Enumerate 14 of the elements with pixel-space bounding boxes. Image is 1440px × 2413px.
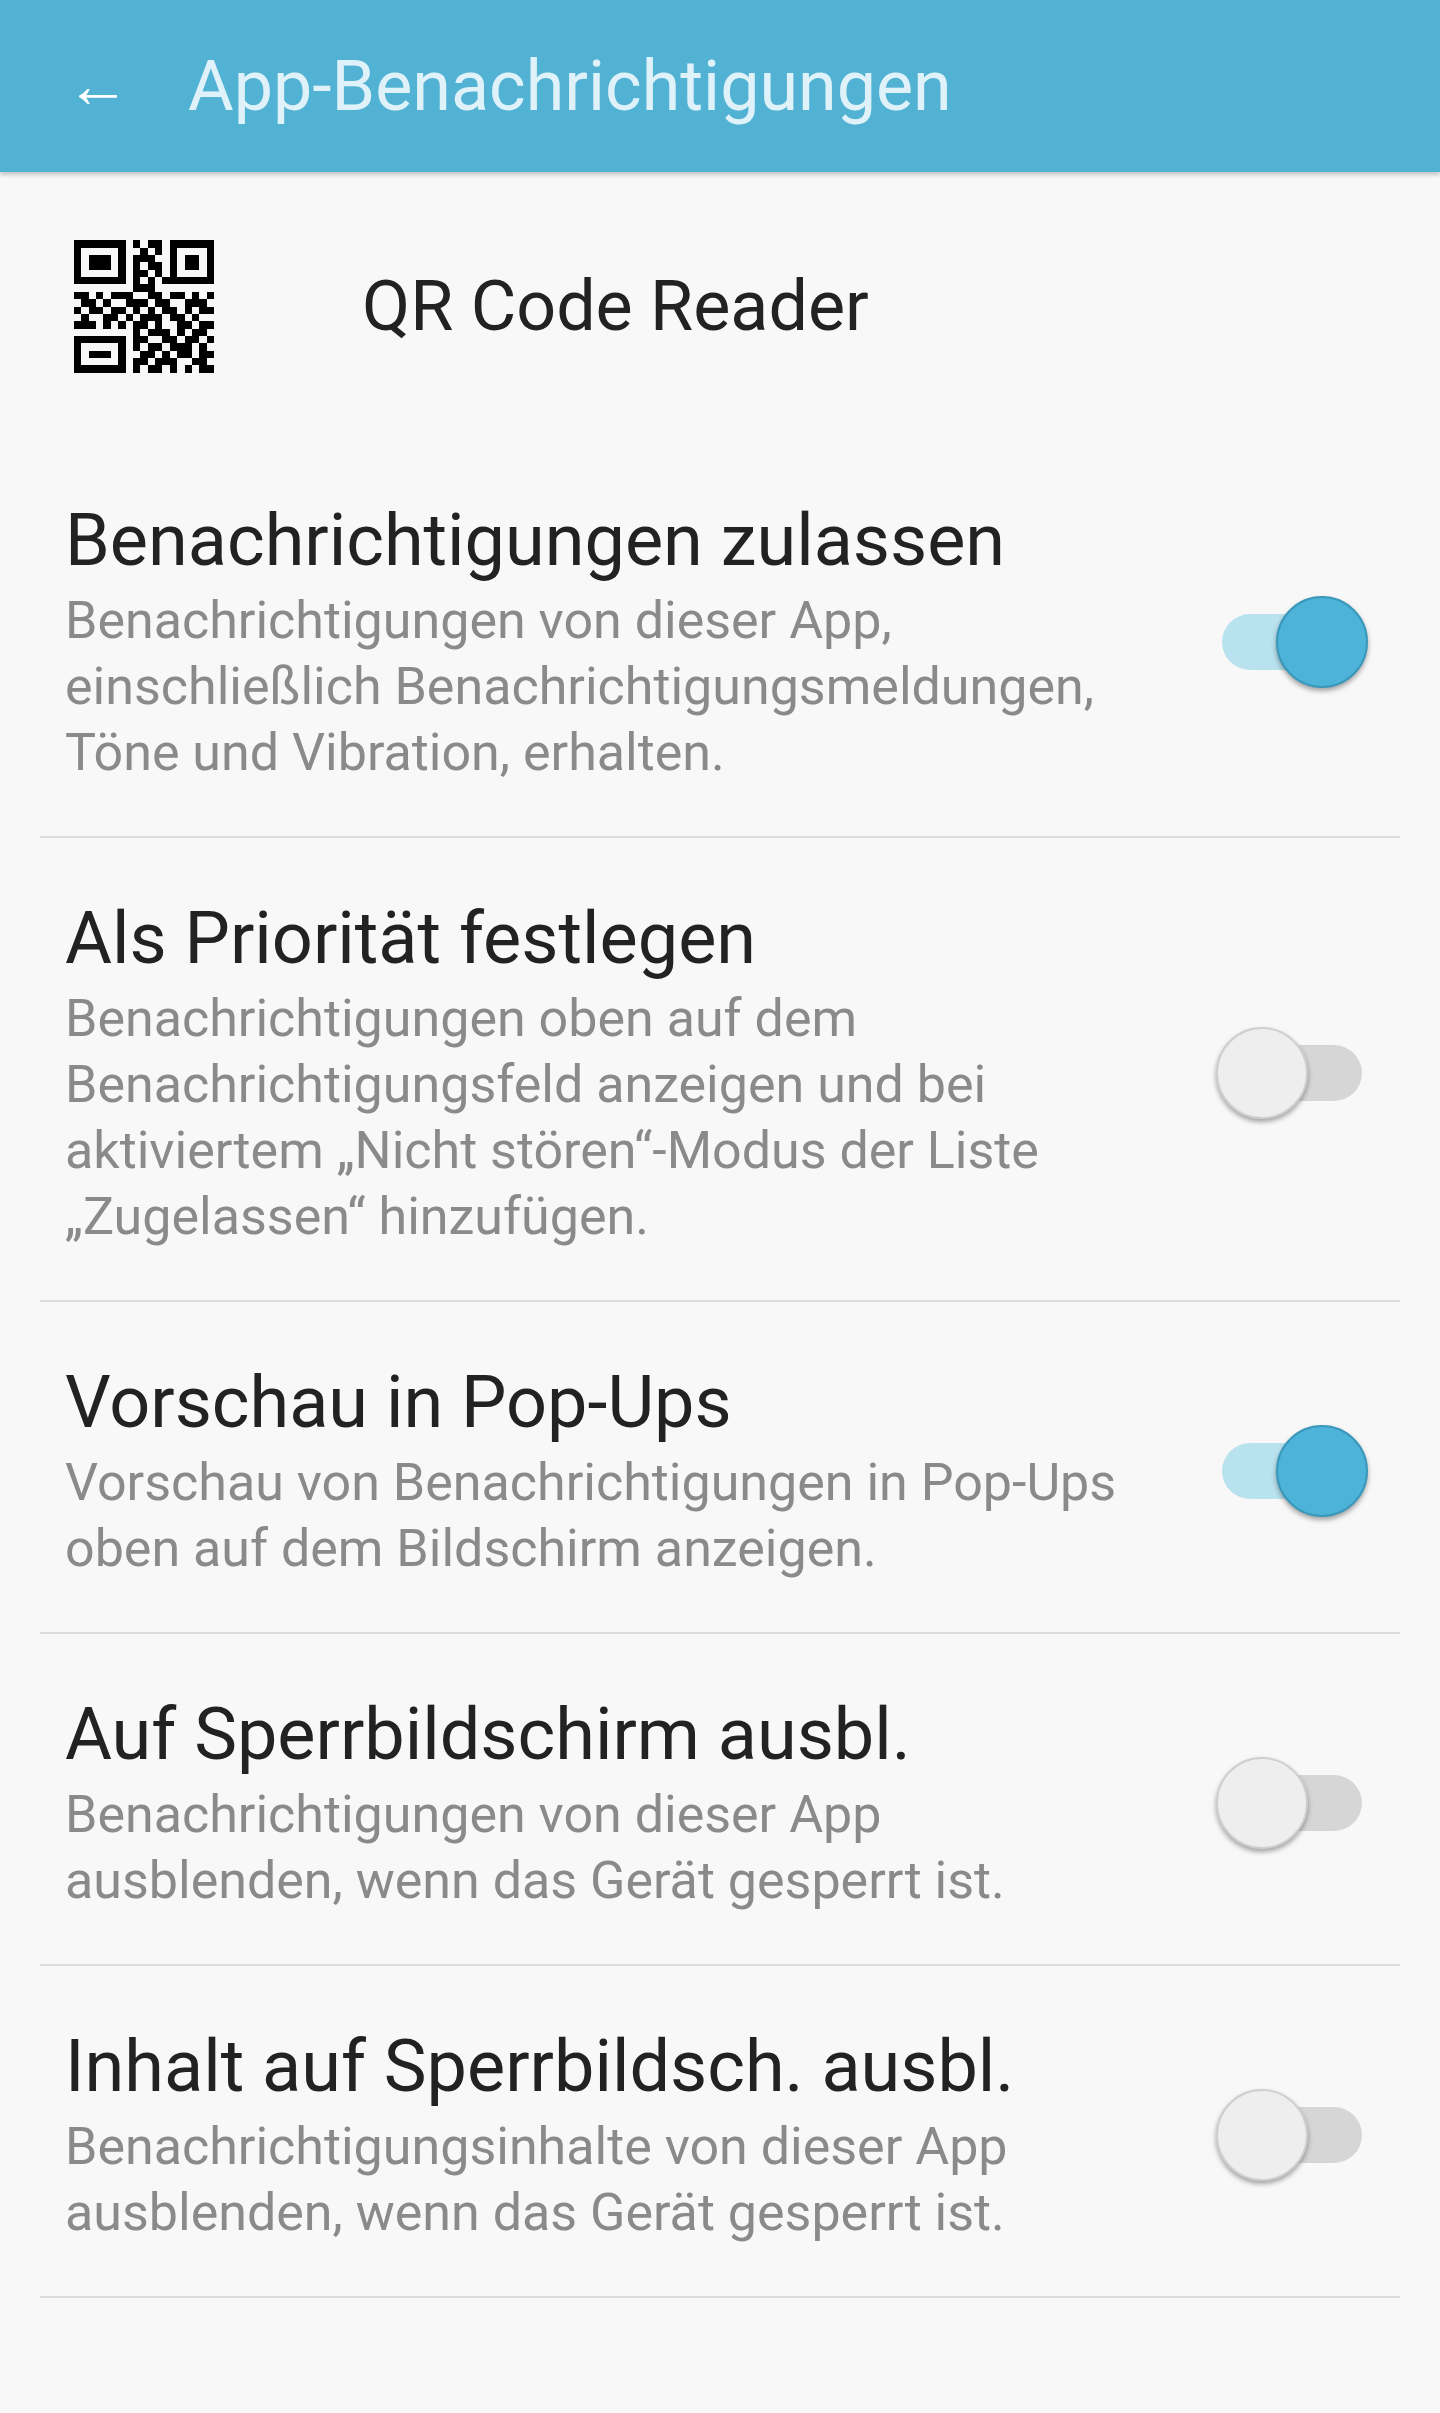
setting-title: Auf Sperrbildschirm ausbl. bbox=[65, 1692, 912, 1778]
setting-title: Vorschau in Pop-Ups bbox=[65, 1360, 733, 1446]
setting-description: Benachrichtigungsinhalte von dieser App ausblenden, wenn das Gerät gesperrt ist. bbox=[65, 2115, 1009, 2245]
qr-code-icon bbox=[74, 238, 214, 374]
setting-title: Inhalt auf Sperrbildsch. ausbl. bbox=[65, 2024, 1016, 2110]
setting-title: Benachrichtigungen zulassen bbox=[65, 498, 1007, 584]
setting-description: Benachrichtigungen von dieser App, einschließlich Benachrichtigungsmeldungen, Töne und Vibration, erhalten. bbox=[65, 589, 1095, 785]
setting-description: Vorschau von Benachrichtigungen in Pop-Ups oben auf dem Bildschirm anzeigen. bbox=[65, 1451, 1118, 1581]
setting-title: Als Priorität festlegen bbox=[65, 896, 758, 982]
page-title: App-Benachrichtigungen bbox=[188, 43, 952, 129]
setting-description: Benachrichtigungen von dieser App ausblenden, wenn das Gerät gesperrt ist. bbox=[65, 1783, 1006, 1913]
setting-description: Benachrichtigungen oben auf dem Benachrichtigungsfeld anzeigen und bei aktiviertem „Nicht stören“-Modus der Liste „Zugelassen“ hinzufügen. bbox=[65, 987, 1040, 1249]
app-name: QR Code Reader bbox=[362, 263, 869, 349]
back-button[interactable]: ← bbox=[58, 54, 138, 118]
